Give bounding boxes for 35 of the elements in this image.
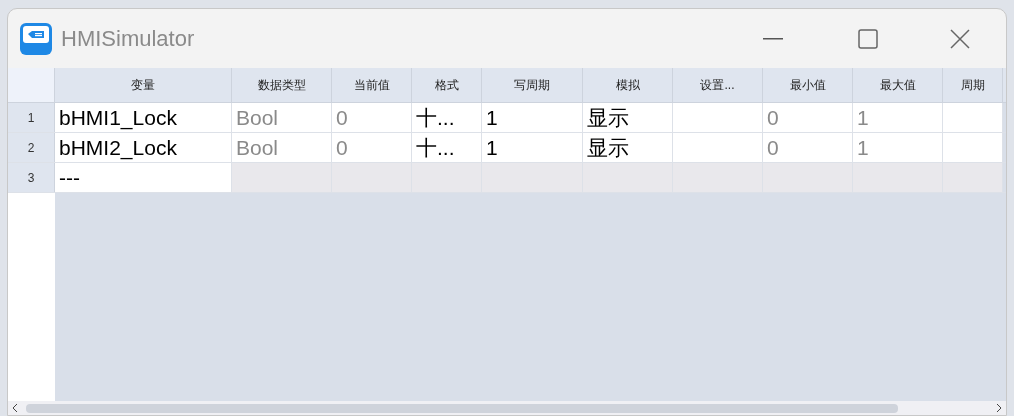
column-header[interactable]: 最大值	[853, 68, 943, 102]
column-header[interactable]: 格式	[412, 68, 482, 102]
table-cell: Bool	[232, 103, 332, 132]
table-cell: 显示	[583, 133, 673, 162]
row-number: 1	[8, 103, 55, 132]
window-title: HMISimulator	[61, 25, 195, 53]
table-cell: 0	[332, 133, 412, 162]
table-cell: 十...	[412, 103, 482, 132]
table-cell: 0	[332, 103, 412, 132]
column-header[interactable]: 周期	[943, 68, 1003, 102]
table-cell: 显示	[583, 103, 673, 132]
close-icon[interactable]	[950, 28, 970, 49]
minimize-icon[interactable]	[763, 37, 783, 40]
column-header[interactable]: 最小值	[763, 68, 853, 102]
column-header[interactable]: 写周期	[482, 68, 583, 102]
row-number: 2	[8, 133, 55, 162]
table-cell: 1	[853, 103, 943, 132]
column-header[interactable]: 设置...	[673, 68, 763, 102]
column-header[interactable]: 模拟	[583, 68, 673, 102]
table-cell: bHMI2_Lock	[55, 133, 232, 162]
maximize-icon[interactable]	[858, 28, 878, 49]
table-cell: ---	[55, 163, 232, 192]
column-header[interactable]: 数据类型	[232, 68, 332, 102]
column-header[interactable]: 当前值	[332, 68, 412, 102]
table-cell: bHMI1_Lock	[55, 103, 232, 132]
table-cell: 十...	[412, 133, 482, 162]
column-header[interactable]: 变量	[55, 68, 232, 102]
app-logo-icon	[20, 22, 52, 55]
table-cell: 1	[853, 133, 943, 162]
table-cell: Bool	[232, 133, 332, 162]
row-number: 3	[8, 163, 55, 192]
table-cell: 1	[482, 103, 583, 132]
table-cell: 1	[482, 133, 583, 162]
table-cell: 0	[763, 133, 853, 162]
table-cell: 0	[763, 103, 853, 132]
